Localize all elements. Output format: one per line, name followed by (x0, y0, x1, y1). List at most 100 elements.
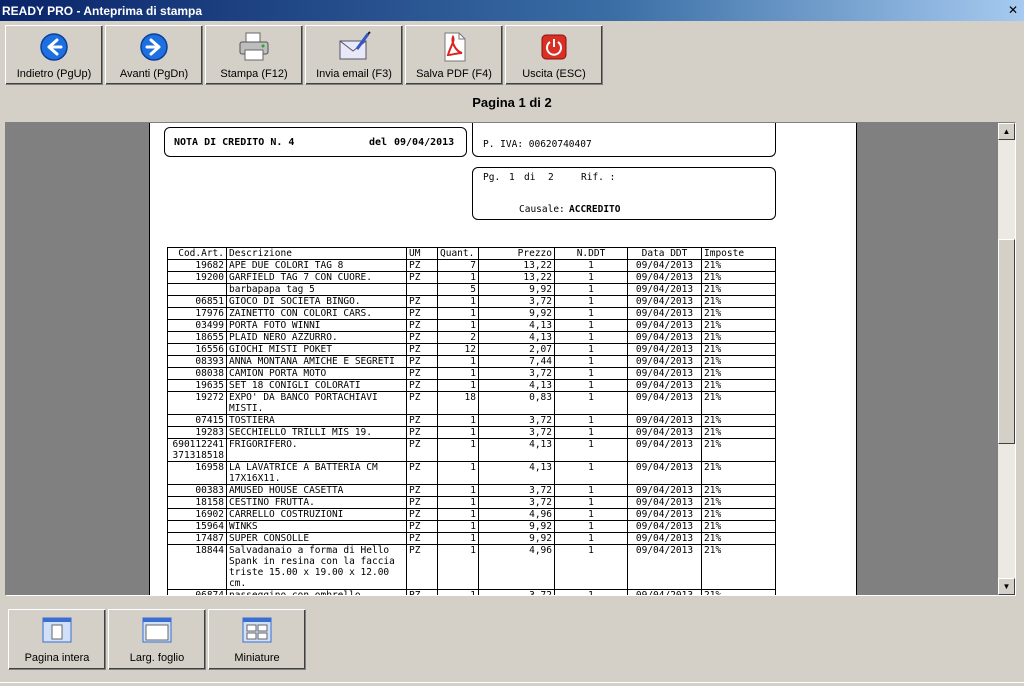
cell-ddt-date: 09/04/2013 (627, 367, 702, 380)
vertical-scrollbar[interactable]: ▲ ▼ (998, 123, 1015, 595)
cell-tax: 21% (701, 484, 776, 497)
print-button[interactable]: Stampa (F12) (205, 25, 303, 85)
cell-quantity: 1 (437, 271, 479, 284)
cell-ddt-number: 1 (554, 259, 628, 272)
forward-button[interactable]: Avanti (PgDn) (105, 25, 203, 85)
cell-ddt-number: 1 (554, 271, 628, 284)
cell-unit: PZ (406, 496, 438, 509)
page-of-label: di (524, 172, 536, 183)
cell-description: EXPO' DA BANCO PORTACHIAVI MISTI. (226, 391, 407, 415)
cell-unit: PZ (406, 331, 438, 344)
save-pdf-button[interactable]: Salva PDF (F4) (405, 25, 503, 85)
cell-description: CESTINO FRUTTA. (226, 496, 407, 509)
table-row: 17487 SUPER CONSOLLE PZ 1 9,92 1 09/04/2013 21% (167, 532, 776, 545)
cell-ddt-number: 1 (554, 295, 628, 308)
table-row: 18655 PLAID NERO AZZURRO. PZ 2 4,13 1 09/04/20… (167, 331, 776, 344)
cell-ddt-number: 1 (554, 283, 628, 296)
cell-description: passeggino con ombrello (226, 589, 407, 595)
cell-tax: 21% (701, 379, 776, 392)
cell-description: FRIGORIFERO. (226, 438, 407, 462)
cell-description: CAMION PORTA MOTO (226, 367, 407, 380)
scroll-down-icon[interactable]: ▼ (998, 578, 1015, 595)
cell-code: 16556 (167, 343, 227, 356)
back-button[interactable]: Indietro (PgUp) (5, 25, 103, 85)
cell-unit: PZ (406, 484, 438, 497)
table-body: 19682 APE DUE COLORI TAG 8 PZ 7 13,22 1 09/04/… (167, 259, 776, 595)
col-header-code: Cod.Art. (167, 247, 227, 260)
back-label: Indietro (PgUp) (16, 68, 92, 80)
table-row: 16556 GIOCHI MISTI POKET PZ 12 2,07 1 09/04/20… (167, 343, 776, 356)
cell-quantity: 1 (437, 438, 479, 462)
cell-price: 9,92 (478, 532, 555, 545)
cell-ddt-date: 09/04/2013 (627, 331, 702, 344)
close-icon[interactable]: ✕ (1006, 3, 1020, 17)
cell-unit: PZ (406, 319, 438, 332)
cell-tax: 21% (701, 259, 776, 272)
cell-code: 18844 (167, 544, 227, 590)
col-header-ddt-number: N.DDT (554, 247, 628, 260)
cell-code: 07415 (167, 414, 227, 427)
page-width-icon (142, 617, 172, 646)
table-row: 16902 CARRELLO COSTRUZIONI PZ 1 4,96 1 09/04/2… (167, 508, 776, 521)
cell-unit: PZ (406, 259, 438, 272)
preview-viewport[interactable]: NOTA DI CREDITO N. 4 del 09/04/2013 P. I… (5, 122, 1016, 596)
thumbnails-button[interactable]: Miniature (208, 609, 306, 670)
table-row: 19635 SET 18 CONIGLI COLORATI PZ 1 4,13 1 09/0… (167, 379, 776, 392)
cell-tax: 21% (701, 319, 776, 332)
thumbnails-icon (242, 617, 272, 646)
table-row: 19272 EXPO' DA BANCO PORTACHIAVI MISTI. PZ… (167, 391, 776, 415)
cell-code: 19283 (167, 426, 227, 439)
doc-title: NOTA DI CREDITO N. 4 (174, 137, 295, 148)
cell-ddt-number: 1 (554, 367, 628, 380)
save-pdf-label: Salva PDF (F4) (416, 68, 492, 80)
cell-price: 13,22 (478, 271, 555, 284)
table-row: 03499 PORTA FOTO WINNI PZ 1 4,13 1 09/04/2013 2… (167, 319, 776, 332)
items-table: Cod.Art. Descrizione UM Quant. Prezzo N.… (167, 247, 776, 595)
send-email-button[interactable]: Invia email (F3) (305, 25, 403, 85)
cell-price: 3,72 (478, 367, 555, 380)
cell-code: 06851 (167, 295, 227, 308)
col-header-tax: Imposte (701, 247, 776, 260)
cell-ddt-date: 09/04/2013 (627, 355, 702, 368)
cell-ddt-number: 1 (554, 520, 628, 533)
cell-tax: 21% (701, 461, 776, 485)
scroll-up-icon[interactable]: ▲ (998, 123, 1015, 140)
cell-ddt-date: 09/04/2013 (627, 414, 702, 427)
scroll-thumb[interactable] (998, 239, 1015, 444)
exit-button[interactable]: Uscita (ESC) (505, 25, 603, 85)
cell-tax: 21% (701, 544, 776, 590)
cell-unit: PZ (406, 544, 438, 590)
cell-ddt-number: 1 (554, 496, 628, 509)
reference-label: Rif. : (581, 172, 616, 183)
full-page-button[interactable]: Pagina intera (8, 609, 106, 670)
view-mode-bar: Pagina intera Larg. foglio Miniature (8, 609, 306, 670)
cell-code: 16902 (167, 508, 227, 521)
cell-price: 4,96 (478, 508, 555, 521)
cell-code (167, 283, 227, 296)
forward-label: Avanti (PgDn) (119, 68, 189, 80)
cell-quantity: 1 (437, 414, 479, 427)
cell-price: 3,72 (478, 414, 555, 427)
cell-unit: PZ (406, 520, 438, 533)
cell-tax: 21% (701, 426, 776, 439)
cell-unit: PZ (406, 532, 438, 545)
cell-unit: PZ (406, 355, 438, 368)
cell-price: 4,96 (478, 544, 555, 590)
table-row: 00383 AMUSED HOUSE CASETTA PZ 1 3,72 1 09/04/2… (167, 484, 776, 497)
cell-unit: PZ (406, 307, 438, 320)
page-width-button[interactable]: Larg. foglio (108, 609, 206, 670)
cell-tax: 21% (701, 271, 776, 284)
cell-unit: PZ (406, 391, 438, 415)
document-page: NOTA DI CREDITO N. 4 del 09/04/2013 P. I… (149, 123, 857, 595)
cell-tax: 21% (701, 283, 776, 296)
cell-tax: 21% (701, 355, 776, 368)
cell-unit: PZ (406, 461, 438, 485)
table-row: 690112241 371318518 FRIGORIFERO. PZ 1 4,13 1 0… (167, 438, 776, 462)
table-header-row: Cod.Art. Descrizione UM Quant. Prezzo N.… (167, 247, 776, 260)
cell-quantity: 1 (437, 520, 479, 533)
document-info-box: Pg. 1 di 2 Rif. : Causale: ACCREDITO (472, 167, 776, 220)
cell-tax: 21% (701, 532, 776, 545)
cell-code: 19200 (167, 271, 227, 284)
cell-ddt-date: 09/04/2013 (627, 391, 702, 415)
cell-ddt-date: 09/04/2013 (627, 508, 702, 521)
